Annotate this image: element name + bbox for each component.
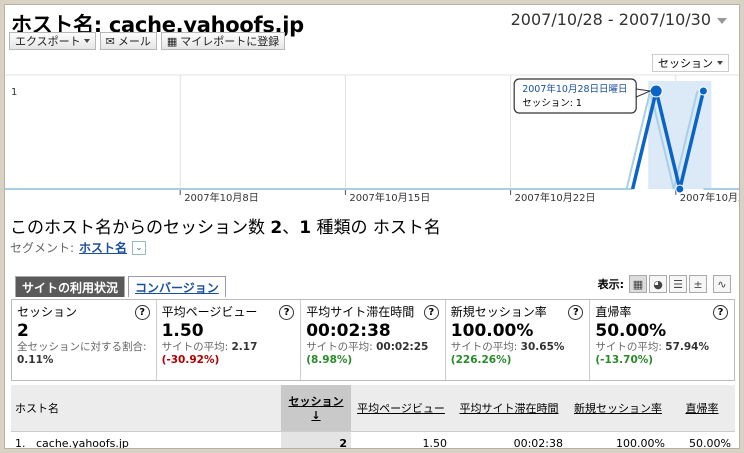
new-sessions-cell: 100.00% (567, 431, 669, 448)
performance-view-icon[interactable]: ☰ (669, 275, 687, 293)
y-tick-label: 1 (11, 87, 17, 98)
segment-selector: セグメント: ホスト名 ⌄ (10, 239, 147, 256)
help-icon[interactable]: ? (134, 305, 150, 320)
sessions-line-chart: 2007年10月8日 2007年10月15日 2007年10月22日 2007年10月… (5, 74, 740, 204)
chevron-down-icon (717, 17, 727, 24)
add-to-myreport-button[interactable]: ▦ マイレポートに登録 (160, 32, 286, 50)
hostname-cell: 1. cache.yahoofs.jp (11, 431, 281, 449)
chevron-down-icon (83, 39, 90, 43)
column-header-avg-time[interactable]: 平均サイト滞在時間 (451, 385, 567, 432)
summary-heading: このホスト名からのセッション数 2、1 種類の ホスト名 (10, 218, 441, 238)
pivot-view-icon[interactable]: ∿ (713, 275, 731, 293)
pie-view-icon[interactable]: ◕ (649, 275, 667, 293)
x-tick-label: 2007年10月29日 (680, 191, 740, 204)
tooltip-value: セッション: 1 (522, 98, 582, 109)
metric-bounce-rate: 直帰率 50.00% サイトの平均: 57.94% (-13.70%) ? (590, 300, 734, 380)
hostname-table: ホスト名 セッション ↓ 平均ページビュー 平均サイト滞在時間 新規セッション率… (11, 385, 735, 449)
data-point (649, 84, 663, 98)
x-tick-label: 2007年10月8日 (184, 191, 259, 204)
help-icon[interactable]: ? (423, 305, 439, 320)
tab-conversion[interactable]: コンバージョン (128, 276, 226, 297)
data-point (698, 86, 708, 96)
metric-sessions: セッション 2 全セッションに対する割合: 0.11% ? (12, 300, 157, 380)
envelope-icon: ✉ (105, 34, 115, 48)
table-row: 1. cache.yahoofs.jp 2 1.50 00:02:38 100.… (11, 431, 735, 449)
report-frame: ホスト名: cache.yahoofs.jp 2007/10/28 - 2007… (4, 4, 740, 449)
column-header-avg-pageviews[interactable]: 平均ページビュー (351, 385, 451, 432)
segment-value[interactable]: ホスト名 (79, 239, 127, 256)
help-icon[interactable]: ? (712, 305, 728, 320)
column-header-hostname: ホスト名 (11, 385, 281, 432)
column-header-bounce-rate[interactable]: 直帰率 (669, 385, 735, 432)
metrics-scorecard: セッション 2 全セッションに対する割合: 0.11% ? 平均ページビュー 1… (11, 299, 735, 381)
column-header-new-sessions[interactable]: 新規セッション率 (567, 385, 669, 432)
metric-new-sessions: 新規セッション率 100.00% サイトの平均: 30.65% (226.26%… (446, 300, 591, 380)
date-range-picker[interactable]: 2007/10/28 - 2007/10/30 (511, 10, 727, 29)
x-tick-label: 2007年10月15日 (349, 191, 430, 204)
metric-avg-time-on-site: 平均サイト滞在時間 00:02:38 サイトの平均: 00:02:25 (8.9… (301, 300, 446, 380)
x-tick-label: 2007年10月22日 (515, 191, 596, 204)
grid-icon: ▦ (166, 34, 178, 48)
view-switcher: 表示: ▦ ◕ ☰ ± ∿ (598, 275, 731, 293)
tab-site-usage[interactable]: サイトの利用状況 (15, 276, 126, 297)
hostname-link[interactable]: cache.yahoofs.jp (36, 437, 129, 449)
chevron-double-down-icon[interactable]: ⌄ (132, 240, 147, 255)
data-point (675, 184, 685, 194)
report-tabs: サイトの利用状況 コンバージョン (15, 276, 226, 297)
sessions-cell: 2 (281, 431, 351, 448)
sort-down-arrow-icon: ↓ (311, 409, 321, 423)
report-toolbar: エクスポート ✉ メール ▦ マイレポートに登録 (9, 32, 286, 50)
date-range-text: 2007/10/28 - 2007/10/30 (510, 10, 711, 29)
comparison-view-icon[interactable]: ± (689, 275, 707, 293)
email-button[interactable]: ✉ メール (99, 32, 157, 50)
tooltip-date: 2007年10月28日日曜日 (522, 83, 627, 95)
pageviews-cell: 1.50 (351, 431, 451, 448)
column-header-sessions[interactable]: セッション ↓ (281, 385, 351, 432)
time-cell: 00:02:38 (451, 431, 567, 448)
table-header-row: ホスト名 セッション ↓ 平均ページビュー 平均サイト滞在時間 新規セッション率… (11, 385, 735, 432)
bounce-rate-cell: 50.00% (669, 431, 735, 448)
metric-avg-pageviews: 平均ページビュー 1.50 サイトの平均: 2.17 (-30.92%) ? (157, 300, 302, 380)
table-view-icon[interactable]: ▦ (629, 275, 647, 293)
export-button[interactable]: エクスポート (9, 32, 96, 50)
